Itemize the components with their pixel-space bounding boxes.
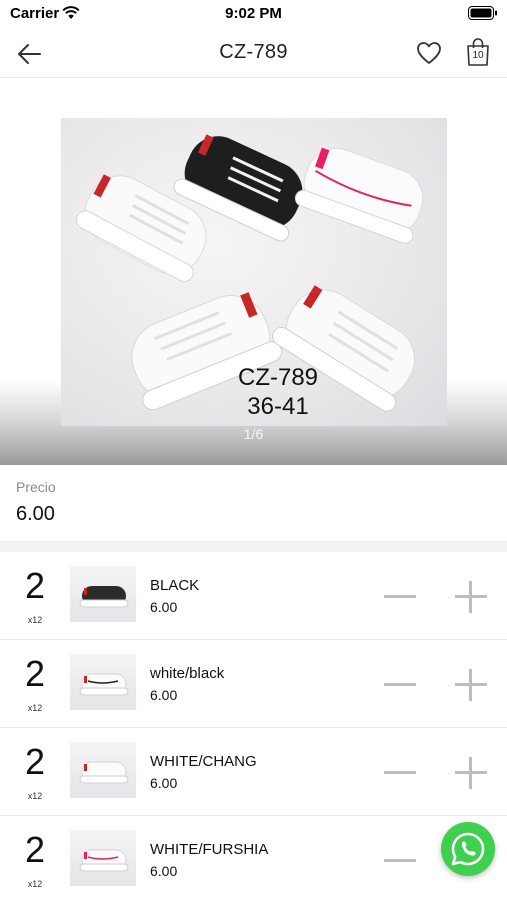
decrease-quantity-button[interactable] (382, 592, 418, 602)
minus-icon (384, 683, 416, 686)
quantity-value: 2 (24, 829, 46, 870)
variant-thumbnail[interactable] (70, 654, 136, 710)
variant-name: WHITE/CHANG (150, 753, 257, 770)
increase-quantity-button[interactable] (452, 666, 490, 704)
minus-icon (384, 771, 416, 774)
shopping-bag-button[interactable]: 10 (465, 37, 491, 67)
variant-row: 2 x12 WHITE/CHANG 6.00 (0, 728, 507, 816)
quantity-multiplier: x12 (27, 879, 43, 889)
minus-icon (384, 595, 416, 598)
whatsapp-button[interactable] (441, 822, 495, 876)
whatsapp-icon (451, 832, 485, 866)
gallery-pager: 1/6 (243, 426, 264, 442)
variant-list: 2 x12 BLACK 6.00 2 x12 white/black 6.00 (0, 552, 507, 900)
status-time: 9:02 PM (225, 5, 282, 22)
product-photo: CZ-789 36-41 (61, 118, 447, 426)
variant-name: BLACK (150, 577, 200, 594)
variant-name: WHITE/FURSHIA (150, 841, 269, 858)
quantity-value: 2 (24, 653, 46, 694)
variant-thumbnail[interactable] (70, 830, 136, 886)
shoe-thumbnail-image (79, 761, 129, 784)
product-gallery[interactable]: CZ-789 36-41 1/6 (0, 79, 507, 465)
nav-bar: CZ-789 10 (0, 30, 507, 78)
bag-count-badge: 10 (472, 50, 484, 61)
variant-row: 2 x12 white/black 6.00 (0, 640, 507, 728)
variant-price: 6.00 (150, 687, 178, 703)
variant-thumbnail[interactable] (70, 742, 136, 798)
shoe-thumbnail-image (79, 849, 129, 872)
variant-price: 6.00 (150, 863, 178, 879)
increase-quantity-button[interactable] (452, 754, 490, 792)
favorite-button[interactable] (415, 39, 443, 67)
decrease-quantity-button[interactable] (382, 680, 418, 690)
variant-row: 2 x12 BLACK 6.00 (0, 552, 507, 640)
decrease-quantity-button[interactable] (382, 856, 418, 866)
shoe-thumbnail-image (79, 673, 129, 696)
quantity-multiplier: x12 (27, 791, 43, 801)
shoe-thumbnail-image (79, 586, 129, 608)
variant-thumbnail[interactable] (70, 566, 136, 622)
heart-icon (417, 42, 441, 64)
increase-quantity-button[interactable] (452, 578, 490, 616)
decrease-quantity-button[interactable] (382, 768, 418, 778)
quantity-value: 2 (24, 741, 46, 782)
price-value: 6.00 (16, 503, 55, 525)
photo-caption-sizes: 36-41 (247, 393, 309, 420)
variant-row: 2 x12 WHITE/FURSHIA 6.00 (0, 816, 507, 900)
quantity-value: 2 (24, 565, 46, 606)
status-bar: Carrier 9:02 PM (0, 0, 507, 30)
variant-price: 6.00 (150, 775, 178, 791)
quantity-multiplier: x12 (27, 703, 43, 713)
price-label: Precio (16, 479, 56, 495)
minus-icon (384, 859, 416, 862)
photo-caption-code: CZ-789 (237, 364, 319, 391)
price-section: Precio 6.00 (0, 465, 507, 541)
section-divider (0, 541, 507, 552)
battery-icon (468, 6, 498, 25)
variant-price: 6.00 (150, 599, 178, 615)
variant-name: white/black (150, 665, 225, 682)
quantity-multiplier: x12 (27, 615, 43, 625)
